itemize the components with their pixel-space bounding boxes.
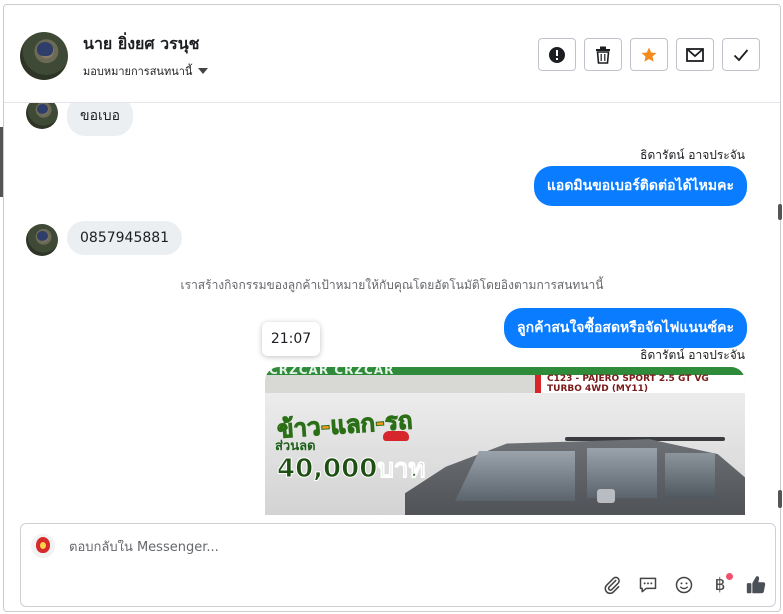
image-attachment[interactable]: CRZCAR CRZCAR C123 - PAJERO SPORT 2.5 GT…: [265, 367, 745, 515]
car-mirror: [597, 489, 615, 503]
contact-avatar-small: [26, 224, 58, 256]
notification-dot: [726, 573, 733, 580]
conversation-window: นาย ยิ่งยศ วรนุช มอบหมายการสนทนานี้ ขอเบ…: [3, 4, 781, 612]
message-composer: ฿: [20, 523, 776, 607]
left-scrollbar[interactable]: [0, 127, 3, 197]
outgoing-message[interactable]: ลูกค้าสนใจซื้อสดหรือจัดไฟแนนซ์คะ: [504, 308, 747, 348]
check-icon: [733, 48, 749, 61]
reply-input[interactable]: [69, 540, 629, 555]
mark-unread-button[interactable]: [676, 38, 714, 71]
composer-toolbar: ฿: [599, 572, 769, 598]
contact-name[interactable]: นาย ยิ่งยศ วรนุช: [83, 32, 200, 57]
system-note: เราสร้างกิจกรรมของลูกค้าเป้าหมายให้กับคุ…: [180, 278, 604, 292]
right-scrollbar-thumb[interactable]: [778, 204, 782, 220]
timestamp-tooltip: 21:07: [262, 322, 320, 356]
page-avatar: [31, 534, 55, 558]
sender-name: ธิดารัตน์ อาจประจัน: [640, 348, 745, 362]
attach-file-button[interactable]: [599, 572, 625, 598]
car-model-label: C123 - PAJERO SPORT 2.5 GT VG TURBO 4WD …: [535, 374, 745, 394]
report-button[interactable]: [538, 38, 576, 71]
star-icon: [641, 47, 657, 62]
message-thread[interactable]: ขอเบอ ธิดารัตน์ อาจประจัน แอดมินขอเบอร์ต…: [4, 103, 780, 515]
mark-done-button[interactable]: [722, 38, 760, 71]
emoji-icon: [675, 576, 693, 594]
trash-icon: [596, 46, 610, 64]
baht-icon: ฿: [714, 575, 726, 595]
exclamation-icon: [549, 46, 565, 63]
attachment-icon: [604, 576, 620, 595]
like-button[interactable]: [743, 572, 769, 598]
incoming-message[interactable]: 0857945881: [67, 221, 183, 255]
star-button[interactable]: [630, 38, 668, 71]
assign-label: มอบหมายการสนทนานี้: [83, 65, 193, 78]
right-scrollbar-thumb[interactable]: [778, 490, 782, 508]
banner-text: CRZCAR CRZCAR: [269, 367, 395, 377]
delete-button[interactable]: [584, 38, 622, 71]
car-rear-window: [665, 453, 715, 499]
header-toolbar: [538, 38, 760, 71]
promo-car-icon: [383, 431, 409, 441]
payment-button[interactable]: ฿: [707, 572, 733, 598]
incoming-message[interactable]: ขอเบอ: [67, 103, 134, 136]
chat-bubble-icon: [639, 577, 657, 593]
outgoing-message[interactable]: แอดมินขอเบอร์ติดต่อได้ไหมคะ: [533, 166, 747, 206]
assign-conversation-dropdown[interactable]: มอบหมายการสนทนานี้: [83, 62, 209, 80]
saved-replies-button[interactable]: [635, 572, 661, 598]
envelope-icon: [686, 47, 704, 62]
caret-down-icon: [198, 68, 209, 74]
like-icon: [746, 576, 766, 594]
contact-avatar[interactable]: [20, 32, 68, 80]
emoji-button[interactable]: [671, 572, 697, 598]
promo-amount: 40,000บาท: [277, 454, 427, 485]
conversation-header: นาย ยิ่งยศ วรนุช มอบหมายการสนทนานี้: [4, 5, 780, 103]
sender-name: ธิดารัตน์ อาจประจัน: [640, 148, 745, 162]
car-photo: ข้าว-แลก-รถ ส่วนลด 40,000บาท: [265, 393, 745, 515]
contact-avatar-small: [26, 103, 58, 129]
